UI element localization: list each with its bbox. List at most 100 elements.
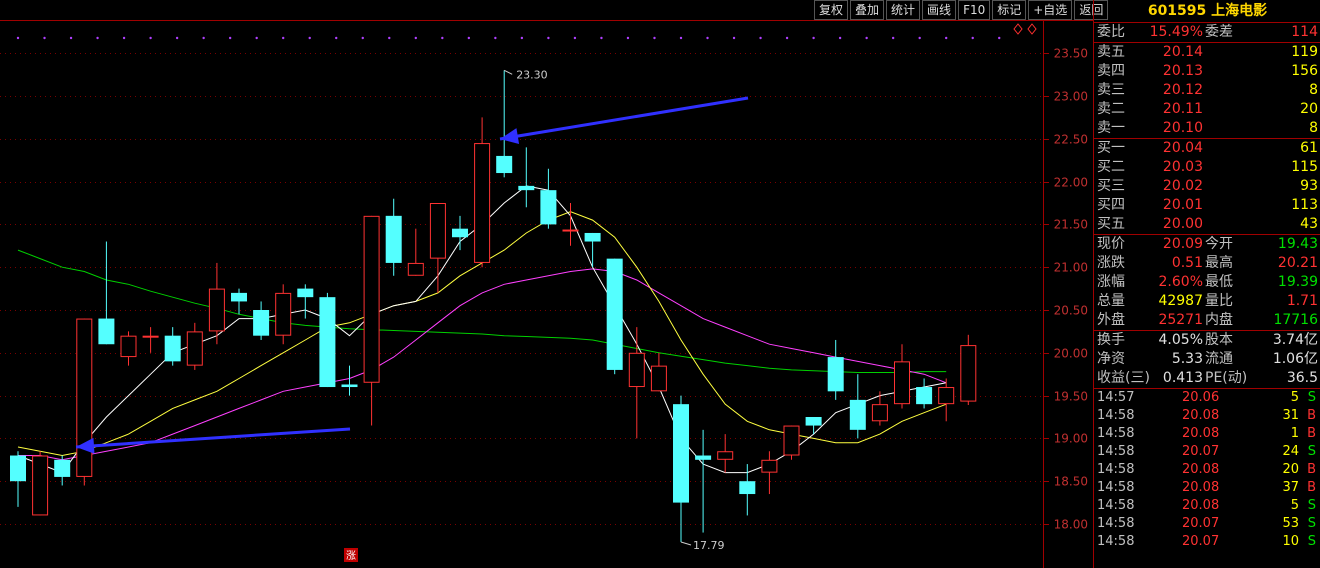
y-tick-label: 23.50 xyxy=(1054,47,1088,61)
candle-body xyxy=(894,361,910,405)
bid-row: 买四 20.01 113 xyxy=(1094,196,1320,215)
candle-body xyxy=(695,455,712,460)
signal-dot xyxy=(175,36,179,40)
candle xyxy=(142,327,159,353)
ask-volume: 8 xyxy=(1309,82,1318,98)
candle-body xyxy=(208,288,225,332)
candle-body xyxy=(474,143,491,263)
candle xyxy=(474,117,491,268)
bid-label: 买五 xyxy=(1097,216,1125,232)
kline-chart[interactable]: 18.00 18.50 19.00 19.50 20.00 20.50 21.00 21.50… xyxy=(0,0,1093,568)
candle-body xyxy=(76,318,93,477)
candle xyxy=(650,352,667,392)
tick-row: 14:58 20.07 24 S xyxy=(1094,443,1320,461)
signal-dot xyxy=(945,36,948,40)
quote-label: 涨幅 xyxy=(1097,274,1125,290)
candle-body xyxy=(164,335,181,362)
low-pointer xyxy=(680,541,692,546)
signal-dot xyxy=(626,36,630,40)
y-tick-label: 19.00 xyxy=(1054,432,1088,446)
signal-dot xyxy=(202,36,205,40)
tick-price: 20.07 xyxy=(1182,516,1220,531)
signal-dot xyxy=(891,36,895,40)
annotation-arrow-top-head xyxy=(500,128,520,144)
ask-volume: 119 xyxy=(1291,44,1318,60)
y-tick-label: 22.00 xyxy=(1054,176,1088,190)
tick-volume: 31 xyxy=(1282,408,1299,423)
tick-flag: B xyxy=(1307,462,1316,477)
tick-time: 14:58 xyxy=(1097,534,1135,549)
candle xyxy=(673,395,689,542)
stock-title: 601595 上海电影 xyxy=(1094,0,1320,23)
signal-dot xyxy=(361,36,364,40)
candle xyxy=(407,228,424,276)
candle xyxy=(960,334,977,406)
bid-label: 买二 xyxy=(1097,159,1125,175)
signal-dot xyxy=(308,36,311,40)
candle xyxy=(275,284,292,345)
tick-price: 20.08 xyxy=(1182,426,1220,441)
signal-dot xyxy=(547,36,550,40)
y-tick-label: 21.50 xyxy=(1054,218,1088,232)
candle xyxy=(496,70,513,178)
candle xyxy=(363,215,380,426)
candle xyxy=(297,284,314,319)
annotation-arrow-top xyxy=(499,96,749,141)
candle-body xyxy=(98,318,115,345)
fund-label: 股本 xyxy=(1205,332,1233,348)
signal-dot xyxy=(16,36,20,40)
bid-row: 买一 20.04 61 xyxy=(1094,139,1320,158)
bid-price: 20.04 xyxy=(1162,140,1203,156)
candle-body xyxy=(871,404,888,422)
tick-row: 14:58 20.07 53 S xyxy=(1094,515,1320,533)
signal-dot xyxy=(414,36,417,40)
ask-price: 20.11 xyxy=(1162,101,1203,117)
tick-list[interactable]: 14:57 20.06 5 S 14:58 20.08 31 B 14:58 20.08 1 B … xyxy=(1094,389,1320,551)
candle-body xyxy=(385,215,402,263)
fund-value: 4.05% xyxy=(1158,332,1203,348)
tick-row: 14:58 20.08 31 B xyxy=(1094,407,1320,425)
fund-label: 收益(三) xyxy=(1097,370,1150,386)
candle-body xyxy=(363,215,380,383)
candle-body xyxy=(562,229,579,232)
candle-body xyxy=(783,425,800,456)
bid-row: 买五 20.00 43 xyxy=(1094,215,1320,234)
signal-dot xyxy=(865,36,868,40)
signal-dot xyxy=(282,36,285,40)
candle-body xyxy=(253,310,270,336)
fund-value: 36.5 xyxy=(1286,370,1318,386)
candle xyxy=(429,203,446,293)
signal-dot xyxy=(122,36,126,40)
fundamentals: 换手 4.05% 股本 3.74亿 净资 5.33 流通 1.06亿 收益(三) 0.413 P… xyxy=(1094,331,1320,389)
ask-label: 卖五 xyxy=(1097,44,1125,60)
bid-row: 买二 20.03 115 xyxy=(1094,158,1320,177)
tick-volume: 24 xyxy=(1282,444,1299,459)
weibi-row: 委比 15.49% 委差 114 xyxy=(1094,23,1320,43)
candle xyxy=(452,215,468,251)
tick-volume: 20 xyxy=(1282,462,1299,477)
y-tick-label: 21.00 xyxy=(1054,261,1088,275)
candle xyxy=(628,327,645,439)
quote-value: 19.43 xyxy=(1277,236,1318,252)
ask-volume: 8 xyxy=(1309,120,1318,136)
bid-price: 20.03 xyxy=(1162,159,1203,175)
candle-body xyxy=(429,203,446,259)
ask-price: 20.12 xyxy=(1162,82,1203,98)
candle-body xyxy=(628,352,645,388)
signal-dot xyxy=(706,36,709,40)
tick-row: 14:58 20.08 37 B xyxy=(1094,479,1320,497)
candle-body xyxy=(142,335,159,338)
quote-value: 17716 xyxy=(1273,312,1318,328)
tick-time: 14:58 xyxy=(1097,462,1135,477)
candle-body xyxy=(606,258,623,370)
signal-dot xyxy=(441,36,444,40)
bid-volume: 93 xyxy=(1300,178,1318,194)
candle-body xyxy=(518,185,535,191)
candle-body xyxy=(297,288,314,298)
tick-time: 14:58 xyxy=(1097,444,1135,459)
tick-row: 14:58 20.08 5 S xyxy=(1094,497,1320,515)
candle-body xyxy=(938,387,955,405)
candle-body xyxy=(761,459,778,473)
tick-flag: S xyxy=(1307,516,1316,531)
tick-time: 14:58 xyxy=(1097,426,1135,441)
